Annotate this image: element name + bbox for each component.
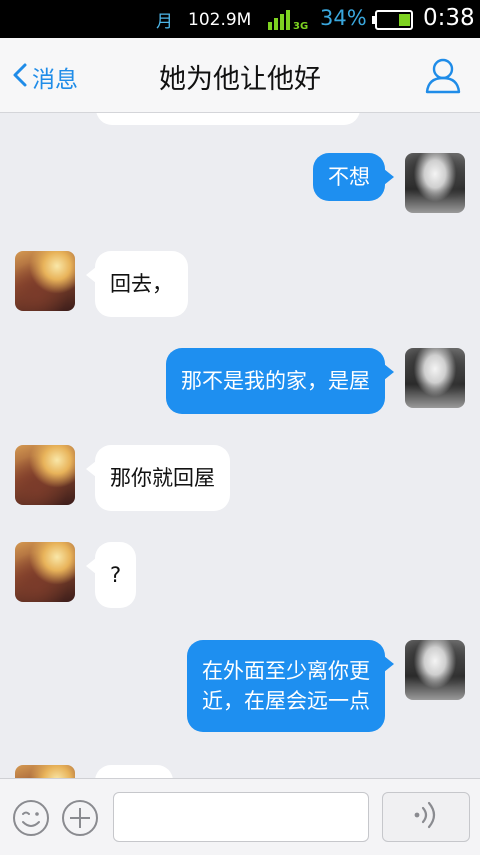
message-text: 那不是我的家，是屋 bbox=[181, 369, 370, 393]
page-title: 她为他让他好 bbox=[159, 64, 321, 95]
message-bubble-partial bbox=[95, 765, 173, 778]
emoji-button[interactable] bbox=[12, 799, 50, 841]
message-bubble-partial bbox=[96, 113, 360, 125]
signal-3g-icon: 3G bbox=[266, 8, 316, 36]
message-text: 在外面至少离你更 近，在屋会远一点 bbox=[202, 659, 370, 713]
voice-button[interactable] bbox=[382, 792, 470, 842]
plus-circle-icon bbox=[61, 800, 99, 841]
voice-wave-icon bbox=[409, 798, 443, 836]
battery-percent: 34% bbox=[320, 6, 367, 30]
message-input[interactable] bbox=[113, 792, 369, 842]
message-bubble-incoming[interactable]: ? bbox=[85, 542, 137, 608]
message-bubble-incoming[interactable]: 那你就回屋 bbox=[86, 445, 230, 511]
avatar-contact[interactable] bbox=[15, 542, 75, 602]
avatar-self[interactable] bbox=[405, 348, 465, 408]
message-bubble-incoming[interactable]: 回去， bbox=[86, 251, 188, 317]
more-button[interactable] bbox=[61, 799, 99, 841]
nav-bar: 消息 她为他让他好 bbox=[0, 38, 480, 113]
moon-icon: 月 bbox=[156, 12, 173, 32]
message-bubble-outgoing[interactable]: 在外面至少离你更 近，在屋会远一点 bbox=[187, 640, 394, 732]
status-bar: 月 102.9M 3G 34% 0:38 bbox=[0, 0, 480, 38]
avatar-contact[interactable] bbox=[15, 765, 75, 778]
profile-button[interactable] bbox=[424, 56, 462, 98]
message-bubble-outgoing[interactable]: 不想 bbox=[313, 153, 394, 201]
message-text: 回去， bbox=[110, 272, 173, 296]
message-text: 不想 bbox=[328, 165, 370, 189]
network-speed: 102.9M bbox=[188, 10, 252, 30]
message-text: ? bbox=[110, 563, 122, 587]
person-icon bbox=[424, 58, 462, 98]
smiley-icon bbox=[12, 800, 50, 841]
input-bar bbox=[0, 778, 480, 855]
message-bubble-outgoing[interactable]: 那不是我的家，是屋 bbox=[166, 348, 394, 414]
avatar-contact[interactable] bbox=[15, 445, 75, 505]
chat-list[interactable]: 不想 回去， 那不是我的家，是屋 那你就回屋 ? 在外面至少离你更 近，在屋会远… bbox=[0, 113, 480, 778]
clock: 0:38 bbox=[423, 5, 475, 31]
message-text: 那你就回屋 bbox=[110, 466, 215, 490]
network-type: 3G bbox=[293, 21, 308, 32]
avatar-contact[interactable] bbox=[15, 251, 75, 311]
avatar-self[interactable] bbox=[405, 640, 465, 700]
battery-icon bbox=[372, 10, 414, 34]
avatar-self[interactable] bbox=[405, 153, 465, 213]
